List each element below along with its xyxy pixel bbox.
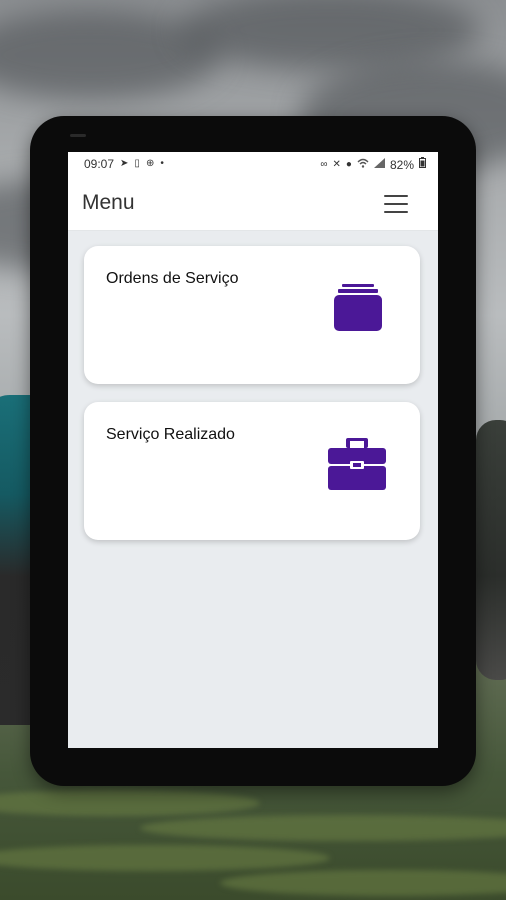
signal-icon: [373, 157, 385, 172]
stacked-folder-icon: [330, 284, 386, 339]
mute-icon: ✕: [332, 158, 341, 170]
card-servico-realizado[interactable]: Serviço Realizado: [84, 402, 420, 540]
card-ordens-de-servico[interactable]: Ordens de Serviço: [84, 246, 420, 384]
menu-line: [384, 211, 408, 213]
search-icon: ⊕: [145, 158, 155, 169]
crop-row: [220, 870, 506, 896]
crop-row: [140, 815, 506, 841]
dot-icon: •: [160, 158, 164, 169]
card-label: Serviço Realizado: [106, 426, 235, 443]
battery-percent: 82%: [389, 157, 414, 172]
phone-icon: ▯: [134, 158, 140, 169]
hamburger-menu-icon[interactable]: [384, 194, 408, 214]
toolbox-icon: [326, 438, 388, 499]
tablet-frame: 09:07 ➤ ▯ ⊕ • ∞ ✕ ● 82% Menu Ordens de S…: [30, 116, 476, 786]
status-right: ∞ ✕ ● 82%: [320, 157, 426, 172]
menu-line: [384, 203, 408, 205]
app-bar: Menu: [68, 176, 438, 231]
status-time: 09:07: [84, 157, 115, 171]
crop-row: [0, 790, 260, 816]
menu-line: [384, 195, 408, 197]
voicemail-icon: ∞: [320, 158, 328, 170]
crop-row: [0, 845, 330, 871]
page-title: Menu: [82, 191, 135, 214]
status-bar: 09:07 ➤ ▯ ⊕ • ∞ ✕ ● 82%: [68, 152, 438, 176]
send-icon: ➤: [120, 158, 129, 169]
card-label: Ordens de Serviço: [106, 270, 239, 287]
camera-icon: [70, 134, 86, 137]
status-left: 09:07 ➤ ▯ ⊕ •: [84, 157, 164, 171]
battery-icon: [419, 157, 426, 172]
tractor-right: [476, 420, 506, 680]
wifi-icon: [357, 158, 369, 172]
location-icon: ●: [345, 158, 352, 170]
app-screen: 09:07 ➤ ▯ ⊕ • ∞ ✕ ● 82% Menu Ordens de S…: [68, 152, 438, 748]
